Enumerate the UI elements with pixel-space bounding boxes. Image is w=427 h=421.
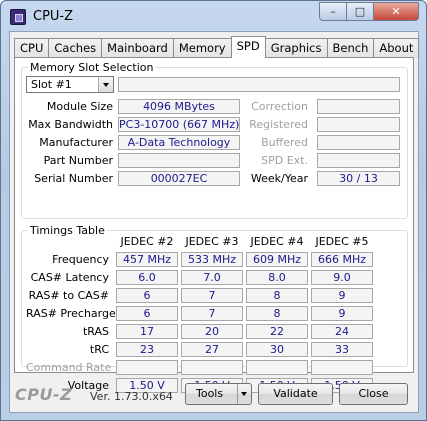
timing-cell: 8 xyxy=(246,288,308,303)
minimize-button[interactable]: – xyxy=(319,2,347,21)
tab-mainboard[interactable]: Mainboard xyxy=(101,38,174,58)
timing-cell: 9.0 xyxy=(311,270,373,285)
module-size-value: 4096 MBytes xyxy=(118,99,240,114)
timing-cell: 27 xyxy=(181,342,243,357)
memory-slot-group: Memory Slot Selection Slot #1 Module Siz… xyxy=(21,61,408,219)
tools-button-label: Tools xyxy=(196,387,224,400)
timing-cell: 7 xyxy=(181,288,243,303)
buffered-value xyxy=(317,135,400,150)
timing-cell: 30 xyxy=(246,342,308,357)
validate-button[interactable]: Validate xyxy=(258,383,333,405)
tab-strip: CPU Caches Mainboard Memory SPD Graphics… xyxy=(14,36,420,58)
timing-cell: 9 xyxy=(311,288,373,303)
tab-graphics[interactable]: Graphics xyxy=(264,38,328,58)
part-number-label: Part Number xyxy=(43,154,113,167)
timing-cell: 33 xyxy=(311,342,373,357)
timing-cell: 533 MHz xyxy=(181,252,243,267)
tab-caches[interactable]: Caches xyxy=(48,38,103,58)
week-year-label: Week/Year xyxy=(250,172,308,185)
slot-select-value: Slot #1 xyxy=(31,78,72,91)
manufacturer-label: Manufacturer xyxy=(39,136,113,149)
slot-select[interactable]: Slot #1 xyxy=(26,76,114,93)
tab-memory[interactable]: Memory xyxy=(172,38,232,58)
timing-cell: 7.0 xyxy=(181,270,243,285)
tab-cpu[interactable]: CPU xyxy=(14,38,50,58)
buffered-label: Buffered xyxy=(261,136,308,149)
version-label: Ver. 1.73.0.x64 xyxy=(90,390,173,403)
registered-value xyxy=(317,117,400,132)
cpuz-app-icon xyxy=(10,9,26,25)
timing-cell: 666 MHz xyxy=(311,252,373,267)
week-year-value: 30 / 13 xyxy=(317,171,400,186)
timing-cell: 6.0 xyxy=(116,270,178,285)
timing-cell: 6 xyxy=(116,306,178,321)
timing-cell: 8 xyxy=(246,306,308,321)
timing-row-label: RAS# to CAS# xyxy=(28,289,109,302)
timing-cell: 23 xyxy=(116,342,178,357)
max-bandwidth-value: PC3-10700 (667 MHz) xyxy=(118,117,240,132)
timing-cell: 457 MHz xyxy=(116,252,178,267)
serial-number-value: 000027EC xyxy=(118,171,240,186)
tools-dropdown-icon[interactable] xyxy=(237,384,251,404)
cpuz-window: CPU-Z – □ ✕ CPU Caches Mainboard Memory … xyxy=(0,0,427,421)
timing-cell xyxy=(246,360,308,375)
module-size-label: Module Size xyxy=(46,100,113,113)
close-button[interactable]: Close xyxy=(339,383,408,405)
footer-bar: CPU-Z Ver. 1.73.0.x64 Tools Validate Clo… xyxy=(10,378,418,410)
correction-value xyxy=(317,99,400,114)
timing-cell: 7 xyxy=(181,306,243,321)
timing-cell: 609 MHz xyxy=(246,252,308,267)
serial-number-label: Serial Number xyxy=(34,172,113,185)
tab-bench[interactable]: Bench xyxy=(326,38,375,58)
timing-cell: 8.0 xyxy=(246,270,308,285)
spd-ext-value xyxy=(317,153,400,168)
timing-cell: 17 xyxy=(116,324,178,339)
memory-slot-group-title: Memory Slot Selection xyxy=(28,61,156,74)
tab-spd[interactable]: SPD xyxy=(230,36,266,58)
chevron-down-icon[interactable] xyxy=(98,77,113,92)
timing-cell: 22 xyxy=(246,324,308,339)
timing-cell xyxy=(116,360,178,375)
manufacturer-value: A-Data Technology xyxy=(118,135,240,150)
spd-ext-label: SPD Ext. xyxy=(261,154,308,167)
timing-cell: 20 xyxy=(181,324,243,339)
window-title: CPU-Z xyxy=(33,9,74,24)
registered-label: Registered xyxy=(249,118,308,131)
timings-column-header: JEDEC #4 xyxy=(250,235,304,248)
timings-group-title: Timings Table xyxy=(28,224,107,237)
client-area: CPU Caches Mainboard Memory SPD Graphics… xyxy=(9,31,420,413)
timings-group: Timings Table JEDEC #2 JEDEC #3 JEDEC #4 JE… xyxy=(21,224,408,393)
timing-row-label: tRC xyxy=(89,343,109,356)
tab-about[interactable]: About xyxy=(373,38,420,58)
timing-row-label: RAS# Precharge xyxy=(26,307,116,320)
title-bar[interactable]: CPU-Z – □ ✕ xyxy=(1,1,426,29)
spd-page: Memory Slot Selection Slot #1 Module Siz… xyxy=(14,57,414,393)
timing-row-label: Command Rate xyxy=(26,361,112,374)
memory-type-field xyxy=(118,77,400,92)
part-number-value xyxy=(118,153,240,168)
timings-column-header: JEDEC #5 xyxy=(315,235,369,248)
close-window-button[interactable]: ✕ xyxy=(374,2,419,21)
maximize-button[interactable]: □ xyxy=(347,2,374,21)
timing-row-label: tRAS xyxy=(82,325,109,338)
tools-button[interactable]: Tools xyxy=(185,383,252,405)
timings-column-header: JEDEC #3 xyxy=(185,235,239,248)
timings-column-header: JEDEC #2 xyxy=(120,235,174,248)
timing-row-label: Frequency xyxy=(52,253,109,266)
timing-cell xyxy=(311,360,373,375)
correction-label: Correction xyxy=(251,100,308,113)
timing-cell xyxy=(181,360,243,375)
timing-cell: 24 xyxy=(311,324,373,339)
timing-cell: 9 xyxy=(311,306,373,321)
cpuz-brand-logo: CPU-Z xyxy=(15,385,73,404)
timing-cell: 6 xyxy=(116,288,178,303)
timing-row-label: CAS# Latency xyxy=(30,271,109,284)
max-bandwidth-label: Max Bandwidth xyxy=(28,118,113,131)
